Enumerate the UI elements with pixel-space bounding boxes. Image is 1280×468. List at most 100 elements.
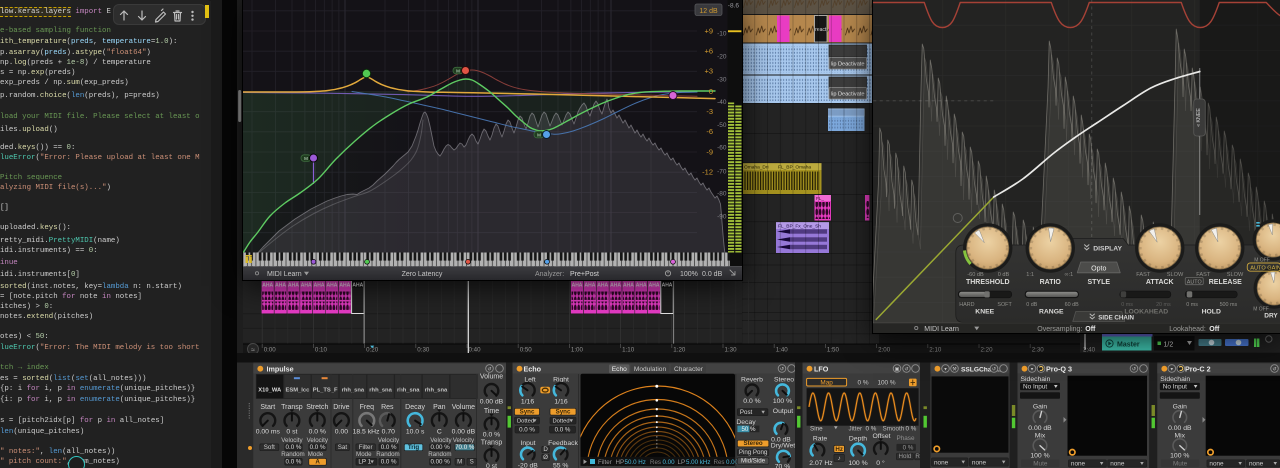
svg-text:2:10: 2:10 bbox=[929, 346, 942, 353]
svg-text:0 %: 0 % bbox=[906, 425, 917, 432]
svg-text:SLOW: SLOW bbox=[1226, 272, 1243, 278]
svg-text:0.00 dB: 0.00 dB bbox=[480, 398, 504, 405]
svg-text:SOFT: SOFT bbox=[997, 302, 1012, 308]
svg-text:0: 0 bbox=[709, 87, 713, 96]
svg-text:Off: Off bbox=[1209, 326, 1220, 333]
svg-text:1/2: 1/2 bbox=[1164, 342, 1174, 349]
svg-text:M: M bbox=[456, 69, 460, 74]
svg-text:LFO: LFO bbox=[814, 364, 829, 373]
svg-text:Lookahead:: Lookahead: bbox=[1169, 326, 1206, 333]
svg-text:0.0 %: 0.0 % bbox=[483, 432, 500, 439]
svg-text:rhh_sna: rhh_sna bbox=[425, 388, 448, 394]
svg-text:60 dB: 60 dB bbox=[1064, 302, 1078, 308]
svg-text:↺: ↺ bbox=[780, 367, 784, 373]
svg-text:Res: Res bbox=[650, 459, 661, 466]
svg-text:R: R bbox=[915, 453, 920, 460]
svg-text:-70: -70 bbox=[717, 169, 727, 176]
svg-text:0.0 %: 0.0 % bbox=[381, 459, 397, 466]
svg-text:Gain: Gain bbox=[1033, 403, 1048, 410]
svg-text:1:50: 1:50 bbox=[827, 346, 840, 353]
svg-text:1:30: 1:30 bbox=[725, 346, 738, 353]
svg-text:none: none bbox=[1110, 461, 1125, 468]
svg-text:AHA: AHA bbox=[649, 282, 660, 288]
svg-text:2.07 Hz: 2.07 Hz bbox=[809, 460, 833, 467]
svg-text:lip Deactivate: lip Deactivate bbox=[831, 62, 865, 68]
svg-text:none: none bbox=[972, 460, 987, 467]
svg-text:Filter: Filter bbox=[598, 459, 612, 466]
svg-text:AUTO: AUTO bbox=[1186, 280, 1201, 286]
svg-text:0 dB: 0 dB bbox=[997, 272, 1009, 278]
svg-text:1/16: 1/16 bbox=[521, 398, 534, 405]
svg-text:ATTACK: ATTACK bbox=[1145, 279, 1173, 286]
svg-text:50.0 Hz: 50.0 Hz bbox=[625, 459, 646, 466]
svg-text:5.00 kHz: 5.00 kHz bbox=[686, 459, 710, 466]
svg-text:↺: ↺ bbox=[904, 367, 908, 373]
svg-text:0:00: 0:00 bbox=[264, 346, 277, 353]
svg-text:-50: -50 bbox=[717, 122, 727, 129]
svg-text:0:50: 0:50 bbox=[520, 346, 533, 353]
svg-text:100 %: 100 % bbox=[1030, 453, 1049, 460]
svg-text:Dotted: Dotted bbox=[553, 418, 570, 424]
svg-text:Filter: Filter bbox=[359, 444, 373, 451]
svg-text:DRY: DRY bbox=[1264, 313, 1278, 320]
svg-text:Velocity: Velocity bbox=[430, 437, 452, 444]
svg-text:↺: ↺ bbox=[1132, 367, 1136, 373]
svg-text:HP: HP bbox=[616, 459, 625, 466]
svg-text:♪: ♪ bbox=[838, 455, 841, 462]
svg-text:AHA: AHA bbox=[288, 282, 299, 288]
svg-text:100 %: 100 % bbox=[1170, 453, 1189, 460]
svg-text:Volume: Volume bbox=[480, 374, 503, 381]
svg-text:AHA: AHA bbox=[326, 282, 337, 288]
svg-text:70 %: 70 % bbox=[775, 464, 791, 468]
svg-text:Velocity: Velocity bbox=[307, 437, 329, 444]
svg-text:AHA: AHA bbox=[623, 282, 634, 288]
svg-text:10.0 s: 10.0 s bbox=[406, 428, 425, 435]
svg-text:Input: Input bbox=[520, 440, 535, 447]
svg-text:Hold: Hold bbox=[899, 453, 912, 460]
svg-text:Sine: Sine bbox=[810, 425, 823, 432]
svg-text:D: D bbox=[543, 446, 548, 453]
svg-text:+9: +9 bbox=[704, 27, 713, 36]
svg-text:0:10: 0:10 bbox=[315, 346, 328, 353]
svg-text:Drive: Drive bbox=[333, 404, 349, 411]
svg-text:PL_TS_F: PL_TS_F bbox=[313, 388, 338, 394]
svg-text:0 ms: 0 ms bbox=[1121, 302, 1133, 308]
svg-text:↺: ↺ bbox=[992, 367, 996, 373]
svg-text:≈: ≈ bbox=[251, 347, 255, 354]
svg-text:M: M bbox=[537, 133, 541, 138]
svg-text:Decay: Decay bbox=[405, 404, 425, 411]
svg-text:HOLD: HOLD bbox=[1201, 309, 1220, 316]
svg-text:react: react bbox=[815, 27, 827, 33]
svg-text:Velocity: Velocity bbox=[378, 437, 400, 444]
svg-text:AHA: AHA bbox=[572, 282, 583, 288]
svg-text:0 ms: 0 ms bbox=[1186, 302, 1198, 308]
svg-text:LP: LP bbox=[678, 459, 686, 466]
svg-text:▣: ▣ bbox=[895, 367, 900, 373]
svg-text:Pro-Q 3: Pro-Q 3 bbox=[1046, 364, 1072, 373]
svg-text:Dotted: Dotted bbox=[517, 418, 534, 424]
svg-text:Pro-C 2: Pro-C 2 bbox=[1185, 364, 1211, 373]
svg-text:0.0 %: 0.0 % bbox=[555, 426, 571, 433]
svg-text:0.0 %: 0.0 % bbox=[310, 444, 326, 451]
svg-text:Mode: Mode bbox=[356, 451, 372, 458]
svg-text:-12: -12 bbox=[702, 168, 713, 177]
svg-text:SIDE CHAIN: SIDE CHAIN bbox=[1098, 314, 1134, 321]
svg-text:0.00 ms: 0.00 ms bbox=[256, 428, 281, 435]
svg-text:-3: -3 bbox=[706, 107, 713, 116]
svg-text:Soft: Soft bbox=[264, 444, 275, 451]
svg-text:Sync: Sync bbox=[556, 409, 571, 416]
svg-text:FL_BP_Omaha: FL_BP_Omaha bbox=[778, 165, 811, 171]
svg-text:⚒: ⚒ bbox=[952, 367, 957, 373]
svg-text:THRESHOLD: THRESHOLD bbox=[965, 279, 1009, 286]
svg-text:18.5 kHz: 18.5 kHz bbox=[353, 428, 380, 435]
svg-text:Rate: Rate bbox=[813, 436, 828, 443]
svg-text:0.0 %: 0.0 % bbox=[519, 426, 535, 433]
svg-text:AHA: AHA bbox=[636, 282, 647, 288]
svg-text:500 ms: 500 ms bbox=[1219, 302, 1237, 308]
svg-text:FL_BP_Fx_One_Sh: FL_BP_Fx_One_Sh bbox=[778, 224, 821, 230]
svg-text:A: A bbox=[315, 459, 320, 466]
svg-text:-20: -20 bbox=[717, 54, 727, 61]
svg-text:SLOW: SLOW bbox=[1166, 272, 1183, 278]
svg-text:Jitter: Jitter bbox=[849, 425, 863, 432]
svg-text:Stereo: Stereo bbox=[774, 376, 794, 383]
